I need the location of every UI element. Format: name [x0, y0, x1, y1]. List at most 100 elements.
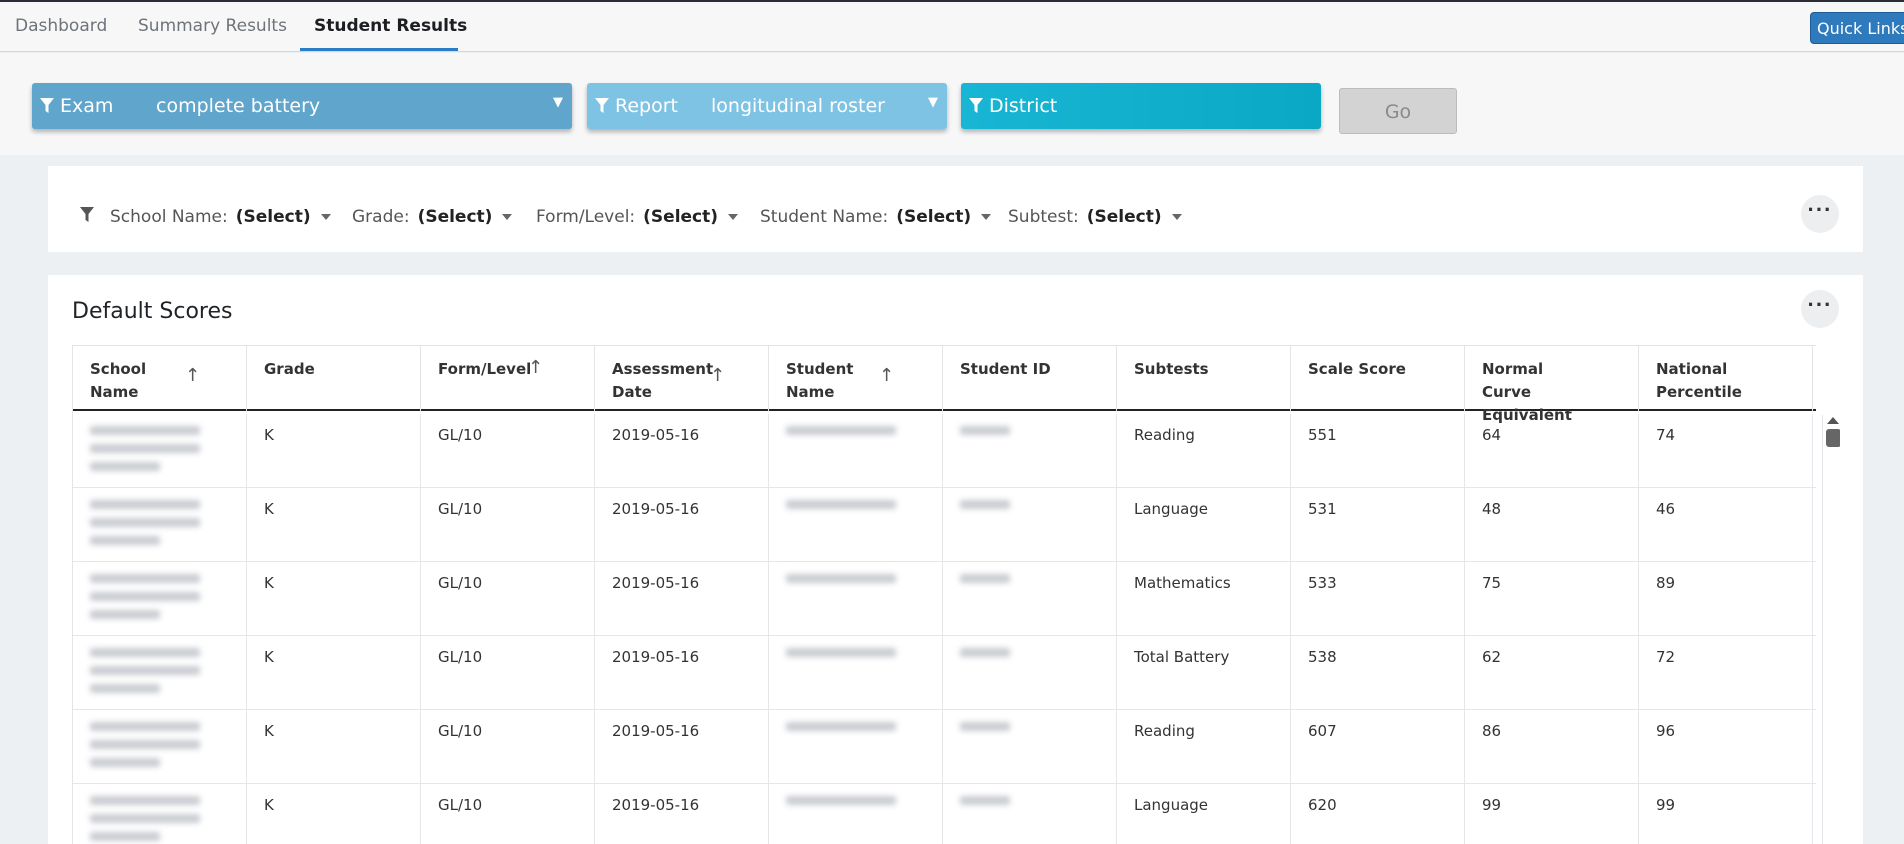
sort-arrow-up-icon[interactable]: ↑ — [710, 364, 725, 387]
chevron-down-icon: ▼ — [553, 95, 563, 110]
grade-filter-label: Grade: — [352, 207, 410, 227]
cell-form-level: GL/10 — [421, 636, 595, 710]
cell-form-level: GL/10 — [421, 488, 595, 562]
subtest-filter-label: Subtest: — [1008, 207, 1079, 227]
cell-grade: K — [247, 562, 421, 636]
cell-grade: K — [247, 784, 421, 844]
table-row[interactable]: K GL/10 2019-05-16 Reading 551 64 74 — [73, 414, 1816, 488]
sort-arrow-up-icon[interactable]: ↑ — [528, 356, 543, 379]
caret-down-icon — [728, 214, 739, 220]
column-header-normal-curve-equivalent[interactable]: Normal Curve Equivalent — [1465, 346, 1639, 424]
column-header-student-name[interactable]: Student Name ↑ — [769, 346, 943, 412]
cell-subtest: Total Battery — [1117, 636, 1291, 710]
table-row[interactable]: K GL/10 2019-05-16 Total Battery 538 62 72 — [73, 636, 1816, 710]
cell-nce: 75 — [1465, 562, 1639, 636]
sort-arrow-up-icon[interactable]: ↑ — [879, 364, 894, 387]
filter-icon — [40, 98, 54, 113]
filter-icon — [595, 98, 609, 113]
more-options-icon[interactable]: ··· — [1801, 290, 1839, 328]
form-level-filter[interactable]: Form/Level: (Select) — [536, 207, 739, 227]
scores-table: School Name ↑ Grade Form/Level ↑ Assessm… — [72, 345, 1840, 844]
caret-down-icon — [1171, 214, 1182, 220]
cell-form-level: GL/10 — [421, 562, 595, 636]
cell-student-name — [769, 784, 943, 844]
cell-student-name — [769, 414, 943, 488]
scrollbar-thumb[interactable] — [1826, 429, 1840, 447]
cell-scale-score: 551 — [1291, 414, 1465, 488]
table-row[interactable]: K GL/10 2019-05-16 Language 620 99 99 — [73, 784, 1816, 844]
tab-student-results[interactable]: Student Results — [314, 16, 467, 36]
table-row[interactable]: K GL/10 2019-05-16 Language 531 48 46 — [73, 488, 1816, 562]
district-label: District — [989, 95, 1058, 117]
cell-national-percentile: 74 — [1639, 414, 1813, 488]
column-header-scale-score[interactable]: Scale Score — [1291, 346, 1465, 412]
cell-student-id — [943, 636, 1117, 710]
cell-assessment-date: 2019-05-16 — [595, 562, 769, 636]
report-dropdown[interactable]: Report longitudinal roster ▼ — [587, 83, 947, 129]
cell-form-level: GL/10 — [421, 414, 595, 488]
sort-arrow-up-icon[interactable]: ↑ — [185, 364, 200, 387]
caret-down-icon — [502, 214, 513, 220]
column-header-subtests[interactable]: Subtests — [1117, 346, 1291, 412]
form-level-filter-value: (Select) — [643, 207, 719, 227]
cell-student-id — [943, 414, 1117, 488]
subtest-filter[interactable]: Subtest: (Select) — [1008, 207, 1182, 227]
cell-subtest: Reading — [1117, 414, 1291, 488]
cell-national-percentile: 99 — [1639, 784, 1813, 844]
cell-assessment-date: 2019-05-16 — [595, 414, 769, 488]
panel-title: Default Scores — [72, 299, 233, 324]
scroll-up-icon[interactable] — [1827, 417, 1839, 424]
table-row[interactable]: K GL/10 2019-05-16 Reading 607 86 96 — [73, 710, 1816, 784]
chevron-down-icon: ▼ — [928, 95, 938, 110]
cell-nce: 64 — [1465, 414, 1639, 488]
exam-dropdown[interactable]: Exam complete battery ▼ — [32, 83, 572, 129]
tab-dashboard[interactable]: Dashboard — [15, 16, 107, 36]
cell-school-name — [73, 636, 247, 710]
grade-filter[interactable]: Grade: (Select) — [352, 207, 513, 227]
more-options-icon[interactable]: ··· — [1801, 195, 1839, 233]
filter-bar: Exam complete battery ▼ Report longitudi… — [0, 53, 1904, 155]
exam-value: complete battery — [156, 95, 321, 117]
column-header-form-level[interactable]: Form/Level ↑ — [421, 346, 595, 412]
cell-national-percentile: 89 — [1639, 562, 1813, 636]
vertical-scrollbar[interactable] — [1822, 415, 1840, 844]
cell-student-id — [943, 784, 1117, 844]
district-dropdown[interactable]: District — [961, 83, 1321, 129]
subtest-filter-value: (Select) — [1086, 207, 1162, 227]
cell-national-percentile: 96 — [1639, 710, 1813, 784]
tab-summary-results[interactable]: Summary Results — [138, 16, 287, 36]
cell-assessment-date: 2019-05-16 — [595, 784, 769, 844]
caret-down-icon — [320, 214, 331, 220]
report-value: longitudinal roster — [711, 95, 885, 117]
filter-icon — [969, 98, 983, 113]
cell-grade: K — [247, 414, 421, 488]
table-row[interactable]: K GL/10 2019-05-16 Mathematics 533 75 89 — [73, 562, 1816, 636]
column-header-national-percentile[interactable]: National Percentile — [1639, 346, 1813, 412]
column-header-student-id[interactable]: Student ID — [943, 346, 1117, 412]
school-name-filter-label: School Name: — [110, 207, 228, 227]
exam-label: Exam — [60, 95, 114, 117]
cell-nce: 62 — [1465, 636, 1639, 710]
cell-school-name — [73, 784, 247, 844]
cell-grade: K — [247, 636, 421, 710]
go-button[interactable]: Go — [1339, 88, 1457, 134]
cell-subtest: Mathematics — [1117, 562, 1291, 636]
column-header-assessment-date[interactable]: Assessment Date ↑ — [595, 346, 769, 412]
cell-nce: 48 — [1465, 488, 1639, 562]
student-name-filter[interactable]: Student Name: (Select) — [760, 207, 992, 227]
cell-school-name — [73, 710, 247, 784]
cell-form-level: GL/10 — [421, 710, 595, 784]
school-name-filter[interactable]: School Name: (Select) — [110, 207, 331, 227]
cell-national-percentile: 72 — [1639, 636, 1813, 710]
cell-student-name — [769, 710, 943, 784]
default-scores-panel: Default Scores ··· School Name ↑ Grade F… — [48, 275, 1863, 844]
cell-grade: K — [247, 488, 421, 562]
caret-down-icon — [981, 214, 992, 220]
top-nav: Dashboard Summary Results Student Result… — [0, 0, 1904, 52]
column-header-grade[interactable]: Grade — [247, 346, 421, 412]
column-header-school-name[interactable]: School Name ↑ — [73, 346, 247, 412]
filter-icon — [80, 207, 94, 222]
quick-links-button[interactable]: Quick Links — [1810, 12, 1904, 44]
cell-assessment-date: 2019-05-16 — [595, 710, 769, 784]
subfilter-panel: School Name: (Select) Grade: (Select) Form… — [48, 166, 1863, 252]
